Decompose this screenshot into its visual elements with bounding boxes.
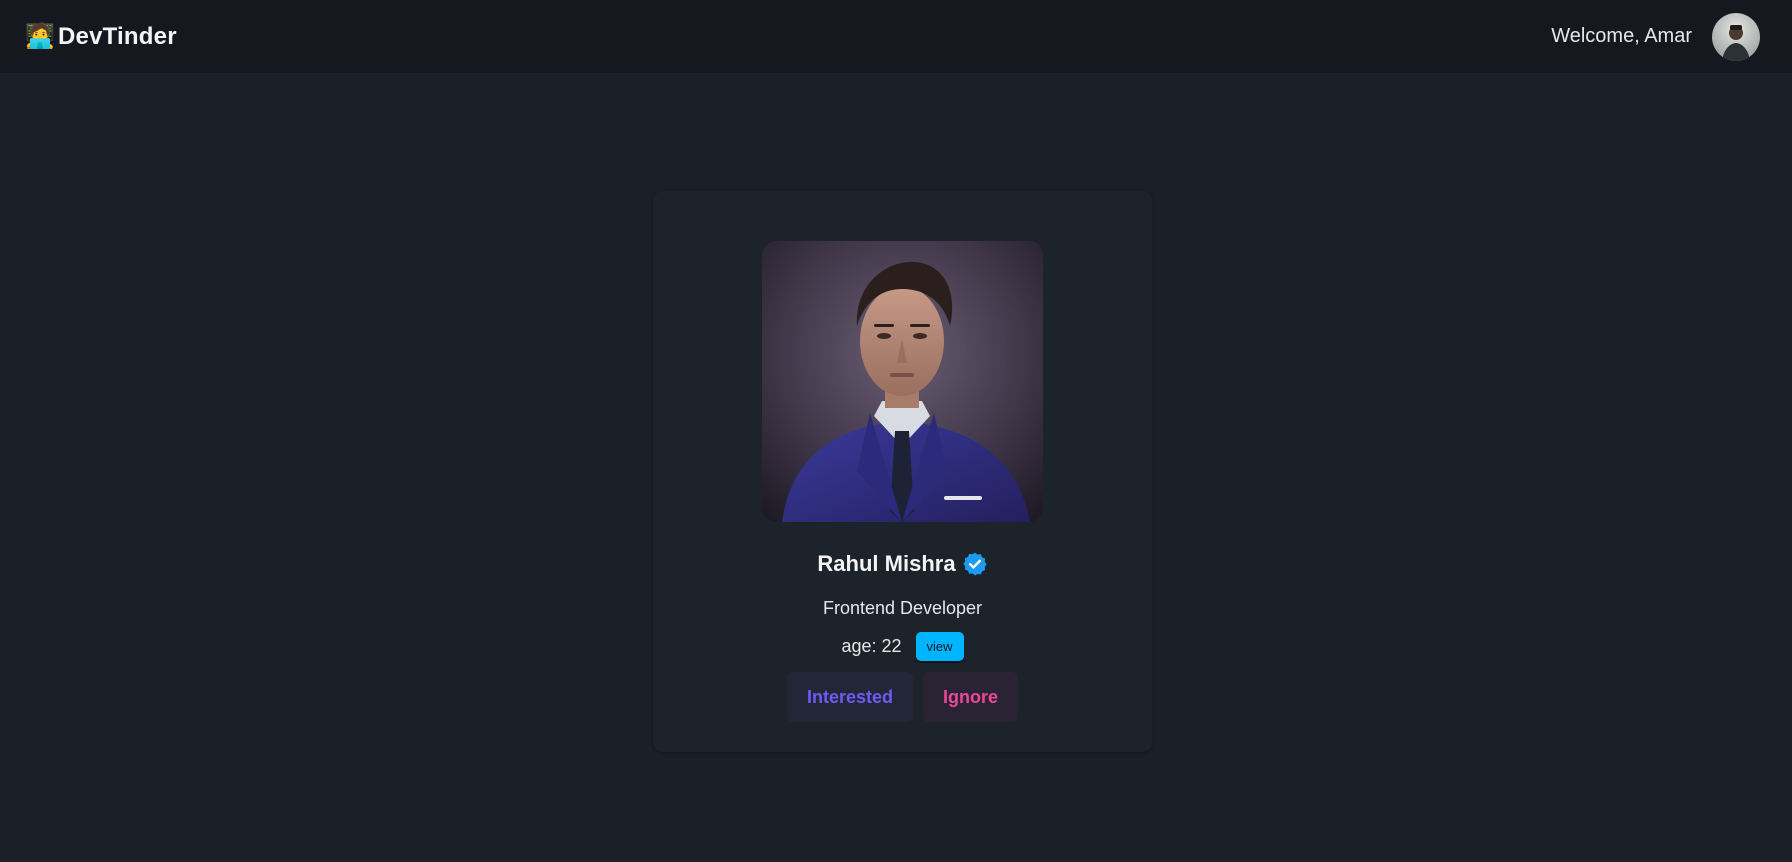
navbar: 🧑‍💻 DevTinder Welcome, Amar (0, 0, 1792, 73)
profile-card: Rahul Mishra Frontend Developer age: 22 … (653, 191, 1152, 752)
developer-emoji-icon: 🧑‍💻 (25, 22, 55, 50)
action-buttons: Interested Ignore (653, 672, 1152, 722)
verified-badge-icon (962, 552, 987, 576)
brand-name: DevTinder (58, 22, 177, 50)
profile-name: Rahul Mishra (817, 551, 956, 576)
profile-age: age: 22 (841, 636, 902, 656)
view-profile-button[interactable]: view (915, 632, 964, 661)
ignore-button[interactable]: Ignore (923, 672, 1018, 722)
profile-age-row: age: 22 view (653, 632, 1152, 661)
user-menu: Welcome, Amar (1551, 12, 1760, 61)
profile-name-row: Rahul Mishra (653, 551, 1152, 577)
profile-photo (762, 241, 1043, 522)
brand-logo-link[interactable]: 🧑‍💻 DevTinder (25, 22, 177, 51)
interested-button[interactable]: Interested (787, 672, 913, 722)
welcome-text: Welcome, Amar (1551, 25, 1692, 47)
profile-role: Frontend Developer (822, 598, 983, 618)
user-avatar[interactable] (1712, 12, 1760, 61)
